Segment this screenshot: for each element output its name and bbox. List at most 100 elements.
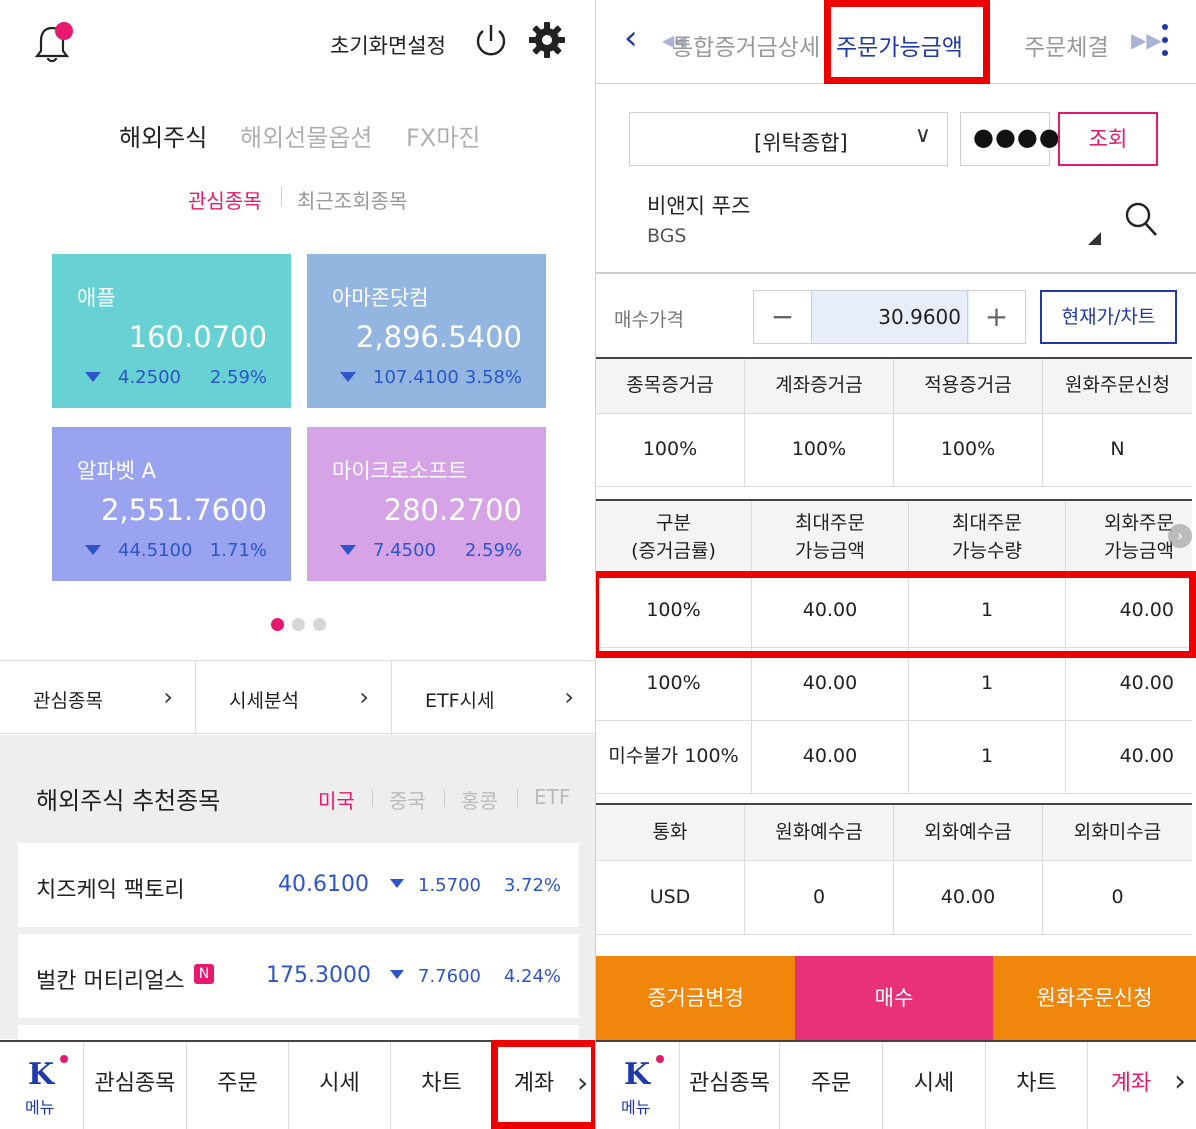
table-cell: 40.00 — [1119, 672, 1174, 695]
stock-code: BGS — [647, 225, 687, 247]
search-icon[interactable] — [1123, 200, 1159, 238]
price-stepper: − 30.9600 + — [753, 290, 1026, 344]
stock-change: 1.5700 — [418, 875, 481, 896]
header-line: 가능수량 — [952, 539, 1022, 562]
power-icon[interactable] — [472, 22, 510, 60]
quote-chart-button[interactable]: 현재가/차트 — [1040, 290, 1177, 344]
table-cell: 40.00 — [1119, 745, 1174, 768]
header-line: 최대주문 — [952, 511, 1022, 534]
stock-card-amazon[interactable]: 아마존닷컴 2,896.5400 107.4100 3.58% — [307, 254, 546, 408]
home-settings-link[interactable]: 초기화면설정 — [330, 30, 446, 60]
table-row[interactable]: 미수불가 100% 40.00 1 40.00 — [596, 721, 1192, 794]
tab-china[interactable]: 중국 — [389, 785, 426, 814]
new-badge: N — [194, 964, 214, 984]
quick-link-etf[interactable]: ETF시세 › — [392, 661, 595, 735]
card-change: 7.4500 — [373, 540, 436, 561]
change-margin-button[interactable]: 증거금변경 — [596, 956, 795, 1040]
query-button[interactable]: 조회 — [1058, 112, 1158, 166]
gear-icon[interactable] — [527, 20, 567, 60]
table-header-cell: 원화예수금 — [745, 805, 894, 860]
table-row[interactable]: 100% 40.00 1 40.00 — [596, 648, 1192, 721]
price-value: 30.9600 — [878, 305, 961, 329]
tab-overseas-stock[interactable]: 해외주식 — [119, 118, 207, 153]
stock-card-apple[interactable]: 애플 160.0700 4.2500 2.59% — [52, 254, 291, 408]
page-dot[interactable] — [313, 618, 326, 631]
logo-dot — [656, 1055, 664, 1063]
header-line: 가능금액 — [1104, 539, 1174, 562]
section-title: 해외주식 추천종목 — [36, 787, 221, 815]
stock-name: 비앤지 푸즈 — [647, 194, 751, 218]
price-input[interactable]: 30.9600 — [812, 291, 969, 343]
fast-forward-icon[interactable]: ▶▶ — [1131, 28, 1162, 52]
back-arrow-icon[interactable]: ‹ — [624, 18, 638, 58]
nav-chart[interactable]: 차트 — [986, 1042, 1088, 1129]
right-screen: ‹ ◀◀ 통합증거금상세 주문가능금액 주문체결 ▶▶ [위탁종합] ∨ ●●●… — [596, 0, 1196, 1129]
kebab-menu-icon[interactable] — [1162, 24, 1168, 63]
table-header-row: 종목증거금 계좌증거금 적용증거금 원화주문신청 — [596, 359, 1192, 414]
table-row: USD 0 40.00 0 — [596, 861, 1192, 935]
divider — [372, 789, 373, 807]
quick-links: 관심종목 › 시세분석 › ETF시세 › — [0, 660, 595, 735]
card-percent: 3.58% — [464, 367, 522, 388]
card-price: 2,551.7600 — [100, 493, 267, 527]
page-dot[interactable] — [292, 618, 305, 631]
header-line: 가능금액 — [795, 539, 865, 562]
increase-button[interactable]: + — [967, 291, 1025, 343]
nav-account[interactable]: 계좌 — [1088, 1042, 1174, 1129]
table-header-cell: 계좌증거금 — [745, 359, 894, 413]
currency-table: 통화 원화예수금 외화예수금 외화미수금 USD 0 40.00 0 — [596, 803, 1192, 935]
down-triangle-icon — [340, 372, 356, 382]
scroll-right-icon[interactable]: › — [1168, 524, 1192, 548]
tab-order-execution[interactable]: 주문체결 — [1024, 28, 1109, 62]
stock-card-alphabet[interactable]: 알파벳 A 2,551.7600 44.5100 1.71% — [52, 427, 291, 581]
list-item[interactable]: 벌칸 머티리얼스 N 175.3000 7.7600 4.24% — [18, 934, 579, 1018]
nav-quote[interactable]: 시세 — [883, 1042, 986, 1129]
kiwoom-logo-icon: K — [28, 1057, 55, 1092]
table-cell: 100% — [596, 414, 745, 486]
tab-etf[interactable]: ETF — [534, 785, 570, 809]
nav-quote[interactable]: 시세 — [289, 1042, 391, 1129]
menu-label: 메뉴 — [25, 1098, 55, 1117]
corner-triangle-icon[interactable] — [1088, 232, 1101, 245]
list-item[interactable]: 치즈케익 팩토리 40.6100 1.5700 3.72% — [18, 843, 579, 927]
kiwoom-logo-icon: K — [624, 1057, 651, 1092]
nav-chart[interactable]: 차트 — [391, 1042, 493, 1129]
nav-watchlist[interactable]: 관심종목 — [84, 1042, 187, 1129]
page-dot[interactable] — [271, 618, 284, 631]
krw-order-button[interactable]: 원화주문신청 — [993, 956, 1196, 1040]
menu-label: 메뉴 — [621, 1098, 651, 1117]
menu-button[interactable]: K 메뉴 — [0, 1042, 84, 1129]
account-select[interactable]: [위탁종합] ∨ — [629, 112, 948, 166]
tab-fx-margin[interactable]: FX마진 — [406, 118, 480, 153]
header-line: 외화주문 — [1104, 511, 1174, 534]
carousel-pager[interactable] — [271, 616, 334, 635]
table-cell: 100% — [745, 414, 894, 486]
highlight-box — [824, 0, 990, 84]
nav-order[interactable]: 주문 — [780, 1042, 883, 1129]
tab-us[interactable]: 미국 — [318, 785, 355, 814]
chevron-right-icon: › — [564, 683, 574, 711]
decrease-button[interactable]: − — [754, 291, 812, 343]
card-name: 아마존닷컴 — [332, 286, 429, 310]
table-cell: USD — [596, 861, 745, 934]
password-field[interactable]: ●●●● — [960, 112, 1060, 166]
tab-recent[interactable]: 최근조회종목 — [297, 185, 407, 214]
down-triangle-icon — [390, 879, 404, 888]
quick-link-watchlist[interactable]: 관심종목 › — [0, 661, 196, 735]
tab-watchlist[interactable]: 관심종목 — [188, 185, 262, 214]
quick-link-analysis[interactable]: 시세분석 › — [196, 661, 392, 735]
nav-watchlist[interactable]: 관심종목 — [680, 1042, 780, 1129]
menu-button[interactable]: K 메뉴 — [596, 1042, 680, 1129]
nav-order[interactable]: 주문 — [187, 1042, 289, 1129]
tab-hongkong[interactable]: 홍콩 — [461, 785, 498, 814]
table-cell: 100% — [596, 648, 752, 720]
stock-card-microsoft[interactable]: 마이크로소프트 280.2700 7.4500 2.59% — [307, 427, 546, 581]
tab-overseas-futures[interactable]: 해외선물옵션 — [240, 118, 372, 153]
table-row: 100% 100% 100% N — [596, 414, 1192, 487]
chevron-right-icon[interactable]: › — [1174, 1064, 1186, 1099]
card-price: 280.2700 — [383, 493, 522, 527]
quick-link-label: ETF시세 — [425, 690, 495, 712]
tab-margin-detail[interactable]: 통합증거금상세 — [672, 28, 820, 62]
buy-button[interactable]: 매수 — [795, 956, 993, 1040]
table-cell: 0 — [1111, 885, 1124, 908]
